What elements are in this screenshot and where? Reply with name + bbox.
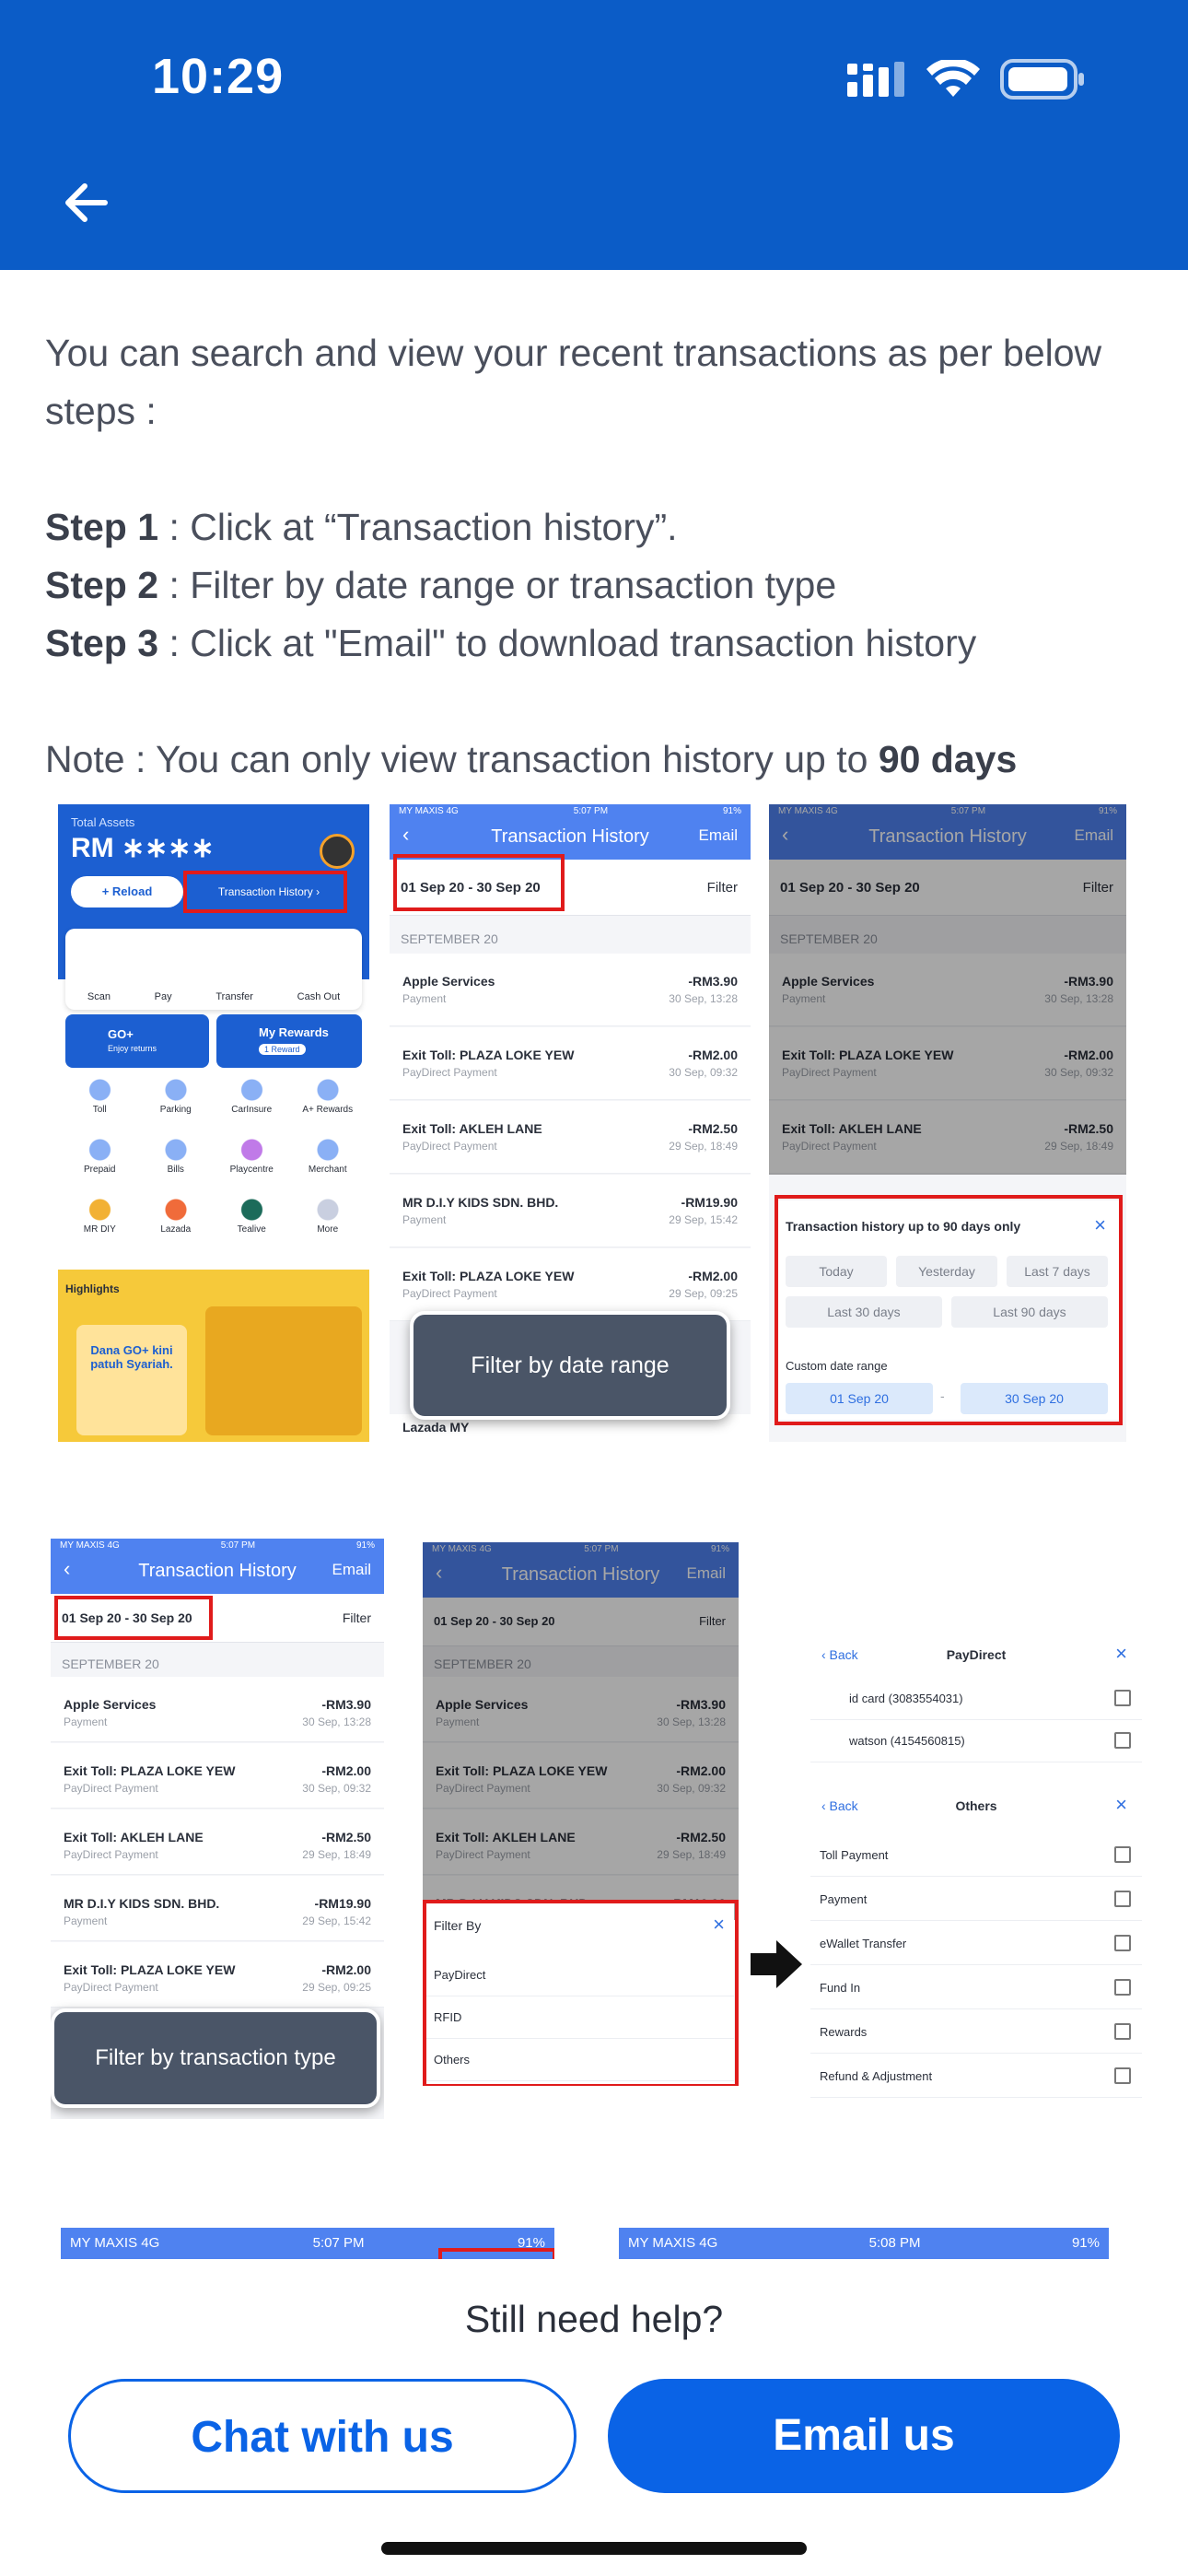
wifi-icon <box>926 60 980 97</box>
email-link[interactable]: Email <box>698 826 738 845</box>
grid-item[interactable]: CarInsure <box>214 1079 290 1115</box>
screenshot-peek-2: MY MAXIS 4G 5:08 PM 91% <box>619 2228 1109 2259</box>
checkbox[interactable] <box>1114 1690 1131 1706</box>
section-header: SEPTEMBER 20 <box>401 931 498 946</box>
chat-with-us-button[interactable]: Chat with us <box>68 2379 577 2493</box>
home-indicator <box>381 2542 807 2555</box>
table-row[interactable]: Apple Services Payment -RM3.90 30 Sep, 13:2… <box>390 954 751 1026</box>
close-icon[interactable]: × <box>1115 1793 1127 1817</box>
table-row[interactable]: Exit Toll: AKLEH LANE PayDirect Payment -R… <box>390 1101 751 1174</box>
reload-button[interactable]: + Reload <box>71 876 183 907</box>
transfer-action[interactable]: Transfer <box>215 991 253 1002</box>
grid-item[interactable]: Bills <box>137 1139 214 1175</box>
services-grid: Toll Parking CarInsure A+ Rewards Prepai… <box>62 1079 366 1235</box>
close-icon[interactable]: × <box>1115 1642 1127 1666</box>
email-us-button[interactable]: Email us <box>608 2379 1120 2493</box>
screenshot-filter-panel: MY MAXIS 4G 5:07 PM 91% ‹ Transaction Hist… <box>423 1542 739 2086</box>
cashout-action[interactable]: Cash Out <box>297 991 340 1002</box>
screenshot-peek-1: MY MAXIS 4G 5:07 PM 91% <box>61 2228 554 2259</box>
intro-text: You can search and view your recent tran… <box>45 332 1102 432</box>
scan-action[interactable]: Scan <box>87 991 111 1002</box>
grid-item[interactable]: Lazada <box>137 1199 214 1235</box>
pay-action[interactable]: Pay <box>155 991 172 1002</box>
table-row[interactable]: Exit Toll: PLAZA LOKE YEW PayDirect Payme… <box>51 1743 384 1809</box>
others-item[interactable]: Rewards <box>810 2010 1142 2054</box>
highlight-transaction-history <box>183 871 347 913</box>
checkbox[interactable] <box>1114 1979 1131 1996</box>
table-row[interactable]: Apple Services Payment -RM3.90 30 Sep, 13:2… <box>51 1677 384 1742</box>
checkbox[interactable] <box>1114 2023 1131 2040</box>
step-1: Step 1 : Click at “Transaction history”. <box>45 506 678 548</box>
status-time: 10:29 <box>152 49 285 104</box>
others-item[interactable]: Fund In <box>810 1966 1142 2009</box>
step-2: Step 2 : Filter by date range or transac… <box>45 564 837 606</box>
step-3: Step 3 : Click at "Email" to download tr… <box>45 622 977 664</box>
grid-item[interactable]: More <box>289 1199 366 1235</box>
table-row[interactable]: Exit Toll: PLAZA LOKE YEW PayDirect Payme… <box>51 1942 384 2008</box>
screenshot-history-type: MY MAXIS 4G 5:07 PM 91% ‹ Transaction Hist… <box>51 1539 384 2119</box>
instructions: You can search and view your recent tran… <box>45 324 1150 789</box>
checkbox[interactable] <box>1114 1891 1131 1907</box>
callout-filter-type: Filter by transaction type <box>51 2008 380 2108</box>
screenshot-type-options: ‹ Back PayDirect × id card (3083554031) … <box>810 1631 1142 2101</box>
highlights-banner[interactable]: Highlights Dana GO+ kini patuh Syariah. <box>58 1270 369 1442</box>
table-row[interactable]: MR D.I.Y KIDS SDN. BHD. Payment -RM19.90 29… <box>51 1876 384 1941</box>
back-arrow-icon[interactable] <box>59 175 114 230</box>
checkbox[interactable] <box>1114 1935 1131 1951</box>
checkbox[interactable] <box>1114 1846 1131 1863</box>
balance: RM ∗∗∗∗ <box>71 833 215 863</box>
highlight-filter-panel <box>423 1900 739 2086</box>
avatar[interactable] <box>320 834 355 869</box>
goplus-card[interactable]: GO+ Enjoy returns <box>65 1014 209 1068</box>
callout-filter-date: Filter by date range <box>410 1311 730 1420</box>
table-row[interactable]: Exit Toll: AKLEH LANE PayDirect Payment -R… <box>51 1809 384 1875</box>
paydirect-card[interactable]: id card (3083554031) <box>810 1677 1142 1720</box>
checkbox[interactable] <box>1114 2067 1131 2084</box>
grid-item[interactable]: Merchant <box>289 1139 366 1175</box>
arrow-right-icon <box>751 1940 802 1988</box>
highlight-date-range <box>393 854 565 911</box>
grid-item[interactable]: Playcentre <box>214 1139 290 1175</box>
grid-item[interactable]: Tealive <box>214 1199 290 1235</box>
table-row[interactable]: MR D.I.Y KIDS SDN. BHD. Payment -RM19.90 29… <box>390 1175 751 1247</box>
note: Note : You can only view transaction his… <box>45 738 1018 780</box>
checkbox[interactable] <box>1114 1732 1131 1749</box>
signal-icon <box>847 62 904 97</box>
history-title: Transaction History <box>491 826 649 847</box>
screenshot-history-date: MY MAXIS 4G 5:07 PM 91% ‹ Transaction Hist… <box>390 804 751 1442</box>
status-icons <box>847 59 1085 100</box>
others-item[interactable]: Toll Payment <box>810 1833 1142 1877</box>
grid-item[interactable]: Toll <box>62 1079 138 1115</box>
paydirect-card[interactable]: watson (4154560815) <box>810 1719 1142 1762</box>
filter-selector[interactable]: Filter <box>707 880 738 896</box>
others-item[interactable]: Refund & Adjustment <box>810 2055 1142 2098</box>
grid-item[interactable]: Parking <box>137 1079 214 1115</box>
table-row[interactable]: Exit Toll: PLAZA LOKE YEW PayDirect Payme… <box>390 1027 751 1100</box>
grid-item[interactable]: A+ Rewards <box>289 1079 366 1115</box>
battery-icon <box>1000 59 1084 100</box>
total-assets-label: Total Assets <box>71 815 135 829</box>
grid-item[interactable]: MR DIY <box>62 1199 138 1235</box>
highlight-date-panel <box>775 1195 1123 1425</box>
others-item[interactable]: eWallet Transfer <box>810 1922 1142 1965</box>
still-need-help: Still need help? <box>464 2298 724 2340</box>
screenshot-date-panel: MY MAXIS 4G 5:07 PM 91% ‹ Transaction Hist… <box>769 804 1126 1442</box>
grid-item[interactable]: Prepaid <box>62 1139 138 1175</box>
rewards-card[interactable]: My Rewards 1 Reward <box>216 1014 362 1068</box>
others-item[interactable]: Payment <box>810 1878 1142 1921</box>
top-header: 10:29 <box>0 0 1188 270</box>
screenshot-home: Total Assets RM ∗∗∗∗ + Reload Transactio… <box>58 804 369 1442</box>
